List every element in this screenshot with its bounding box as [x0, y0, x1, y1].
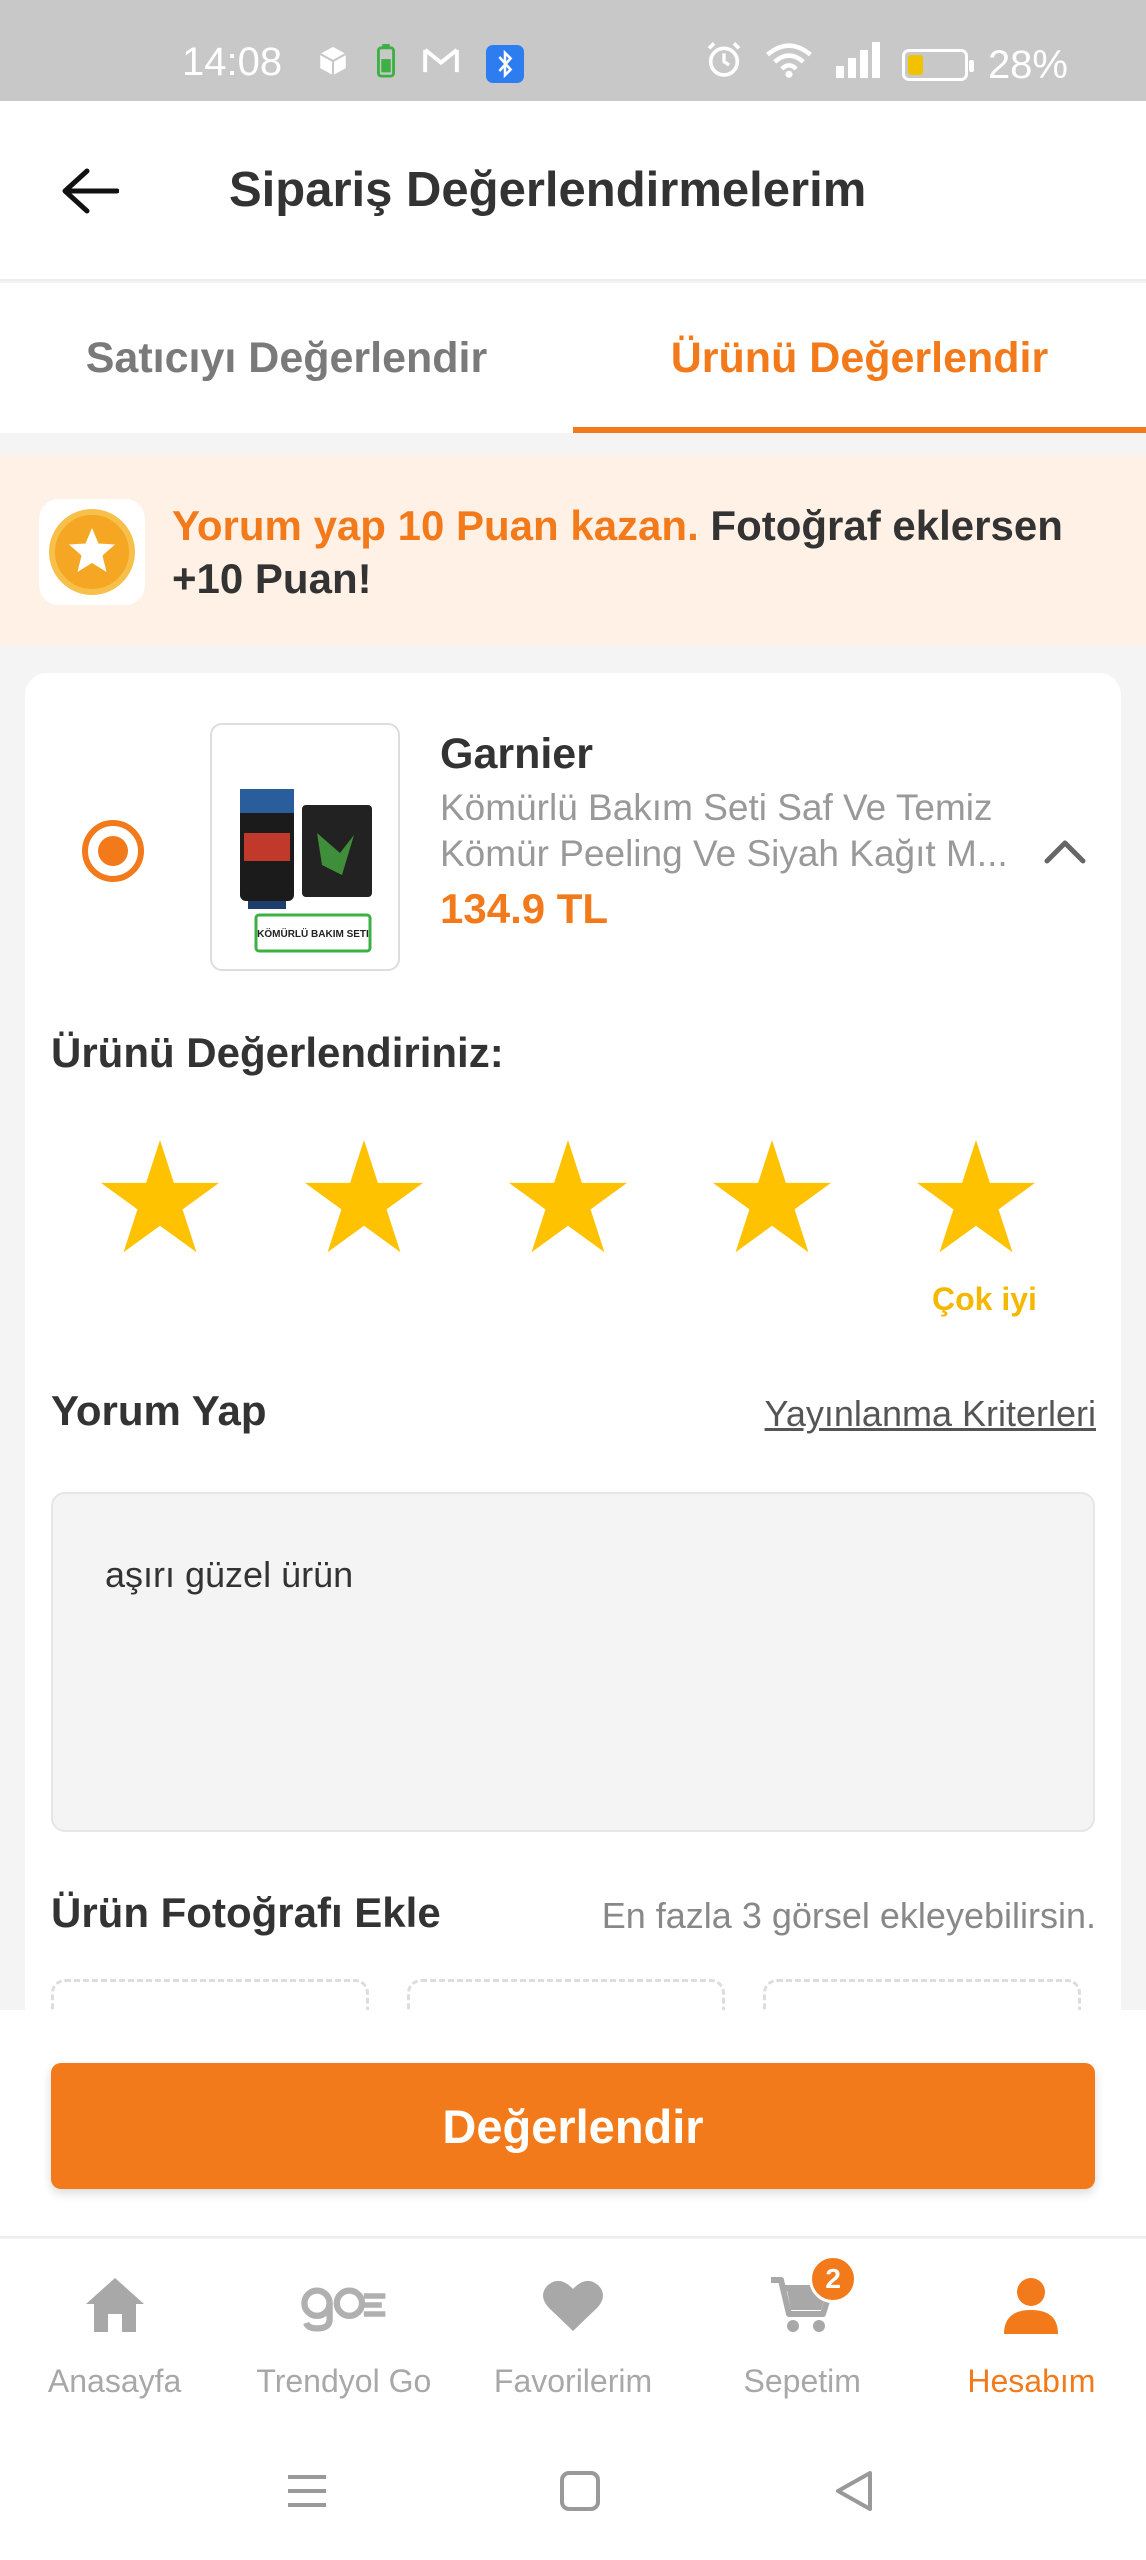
home-icon	[70, 2267, 160, 2343]
cart-icon: 2	[757, 2255, 858, 2343]
rating-value-text: Çok iyi	[932, 1281, 1037, 1317]
nav-label-home: Anasayfa	[47, 2363, 182, 2399]
go-icon	[299, 2267, 389, 2343]
gmail-icon	[422, 46, 460, 81]
battery-saver-icon	[376, 44, 396, 83]
cube-icon	[316, 44, 350, 83]
heart-icon	[528, 2267, 618, 2343]
comment-input[interactable]: aşırı güzel ürün	[51, 1492, 1095, 1832]
comment-text: aşırı güzel ürün	[105, 1554, 354, 1595]
status-time: 14:08	[182, 40, 283, 84]
nav-item-favorites[interactable]: Favorilerim	[458, 2239, 687, 2421]
promo-text: Yorum yap 10 Puan kazan. Fotoğraf eklers…	[172, 499, 1102, 605]
star-4-icon[interactable]	[710, 1135, 834, 1259]
home-square-icon[interactable]	[548, 2459, 612, 2523]
nav-label-cart: Sepetim	[743, 2363, 861, 2399]
review-card: KÖMÜRLÜ BAKIM SETI Garnier Kömürlü Bakım…	[25, 673, 1121, 2050]
status-right: 28%	[704, 40, 1068, 90]
star-rating	[98, 1135, 1078, 1255]
star-1-icon[interactable]	[98, 1135, 222, 1259]
chevron-up-icon	[1044, 840, 1086, 864]
tab-rate-seller[interactable]: Satıcıyı Değerlendir	[0, 283, 573, 433]
bottom-nav: Anasayfa Trendyol Go Favorilerim 2 Sepet…	[0, 2239, 1146, 2421]
app-header: Sipariş Değerlendirmelerim	[0, 101, 1146, 281]
system-nav-bar	[0, 2421, 1146, 2560]
photo-label: Ürün Fotoğrafı Ekle	[51, 1889, 441, 1936]
nav-item-cart[interactable]: 2 Sepetim	[688, 2239, 917, 2421]
battery-percent: 28%	[987, 42, 1068, 87]
nav-item-home[interactable]: Anasayfa	[0, 2239, 229, 2421]
collapse-button[interactable]	[1037, 823, 1093, 879]
nav-label-trendyol-go: Trendyol Go	[256, 2363, 432, 2399]
photo-hint: En fazla 3 görsel ekleyebilirsin.	[601, 1895, 1096, 1936]
cart-badge: 2	[809, 2255, 858, 2303]
product-image-label: KÖMÜRLÜ BAKIM SETI	[257, 927, 369, 940]
rating-label: Ürünü Değerlendiriniz:	[51, 1029, 504, 1076]
alarm-icon	[704, 40, 744, 90]
promo-highlight: Yorum yap 10 Puan kazan.	[172, 502, 699, 549]
menu-icon[interactable]	[275, 2459, 339, 2523]
nav-label-favorites: Favorilerim	[493, 2363, 653, 2399]
product-name: Kömürlü Bakım Seti Saf Ve Temiz Kömür Pe…	[440, 785, 1030, 877]
radio-dot	[98, 836, 128, 866]
product-name-line1: Kömürlü Bakım Seti Saf Ve Temiz	[440, 787, 993, 828]
star-5-icon[interactable]	[914, 1135, 1038, 1259]
promo-icon-box	[39, 499, 145, 605]
promo-banner: Yorum yap 10 Puan kazan. Fotoğraf eklers…	[0, 455, 1146, 645]
back-triangle-icon[interactable]	[822, 2459, 886, 2523]
product-brand: Garnier	[440, 730, 593, 778]
tab-rate-product[interactable]: Ürünü Değerlendir	[573, 283, 1146, 433]
star-2-icon[interactable]	[302, 1135, 426, 1259]
star-badge-icon	[49, 509, 135, 595]
wifi-icon	[764, 40, 814, 90]
cta-area: Değerlendir	[0, 2010, 1146, 2238]
user-icon	[986, 2267, 1076, 2343]
product-image: KÖMÜRLÜ BAKIM SETI	[210, 723, 400, 971]
product-price: 134.9 TL	[440, 885, 609, 932]
comment-label: Yorum Yap	[51, 1387, 267, 1434]
status-left-icons	[316, 44, 524, 83]
arrow-left-icon	[62, 168, 119, 214]
battery-icon	[901, 49, 974, 81]
nav-label-account: Hesabım	[967, 2363, 1096, 2399]
nav-item-account[interactable]: Hesabım	[917, 2239, 1146, 2421]
nav-item-trendyol-go[interactable]: Trendyol Go	[229, 2239, 458, 2421]
submit-review-button[interactable]: Değerlendir	[51, 2063, 1095, 2189]
tab-bar: Satıcıyı Değerlendir Ürünü Değerlendir	[0, 283, 1146, 433]
battery-fill	[907, 55, 923, 75]
page-title: Sipariş Değerlendirmelerim	[229, 163, 867, 217]
signal-icon	[834, 42, 882, 88]
star-3-icon[interactable]	[506, 1135, 630, 1259]
publish-criteria-link[interactable]: Yayınlanma Kriterleri	[765, 1393, 1096, 1435]
product-select-radio[interactable]	[82, 820, 144, 882]
back-button[interactable]	[52, 153, 128, 229]
status-bar: 14:08 28%	[0, 0, 1146, 101]
product-name-line2: Kömür Peeling Ve Siyah Kağıt M...	[440, 833, 1008, 874]
bluetooth-icon	[486, 44, 524, 83]
